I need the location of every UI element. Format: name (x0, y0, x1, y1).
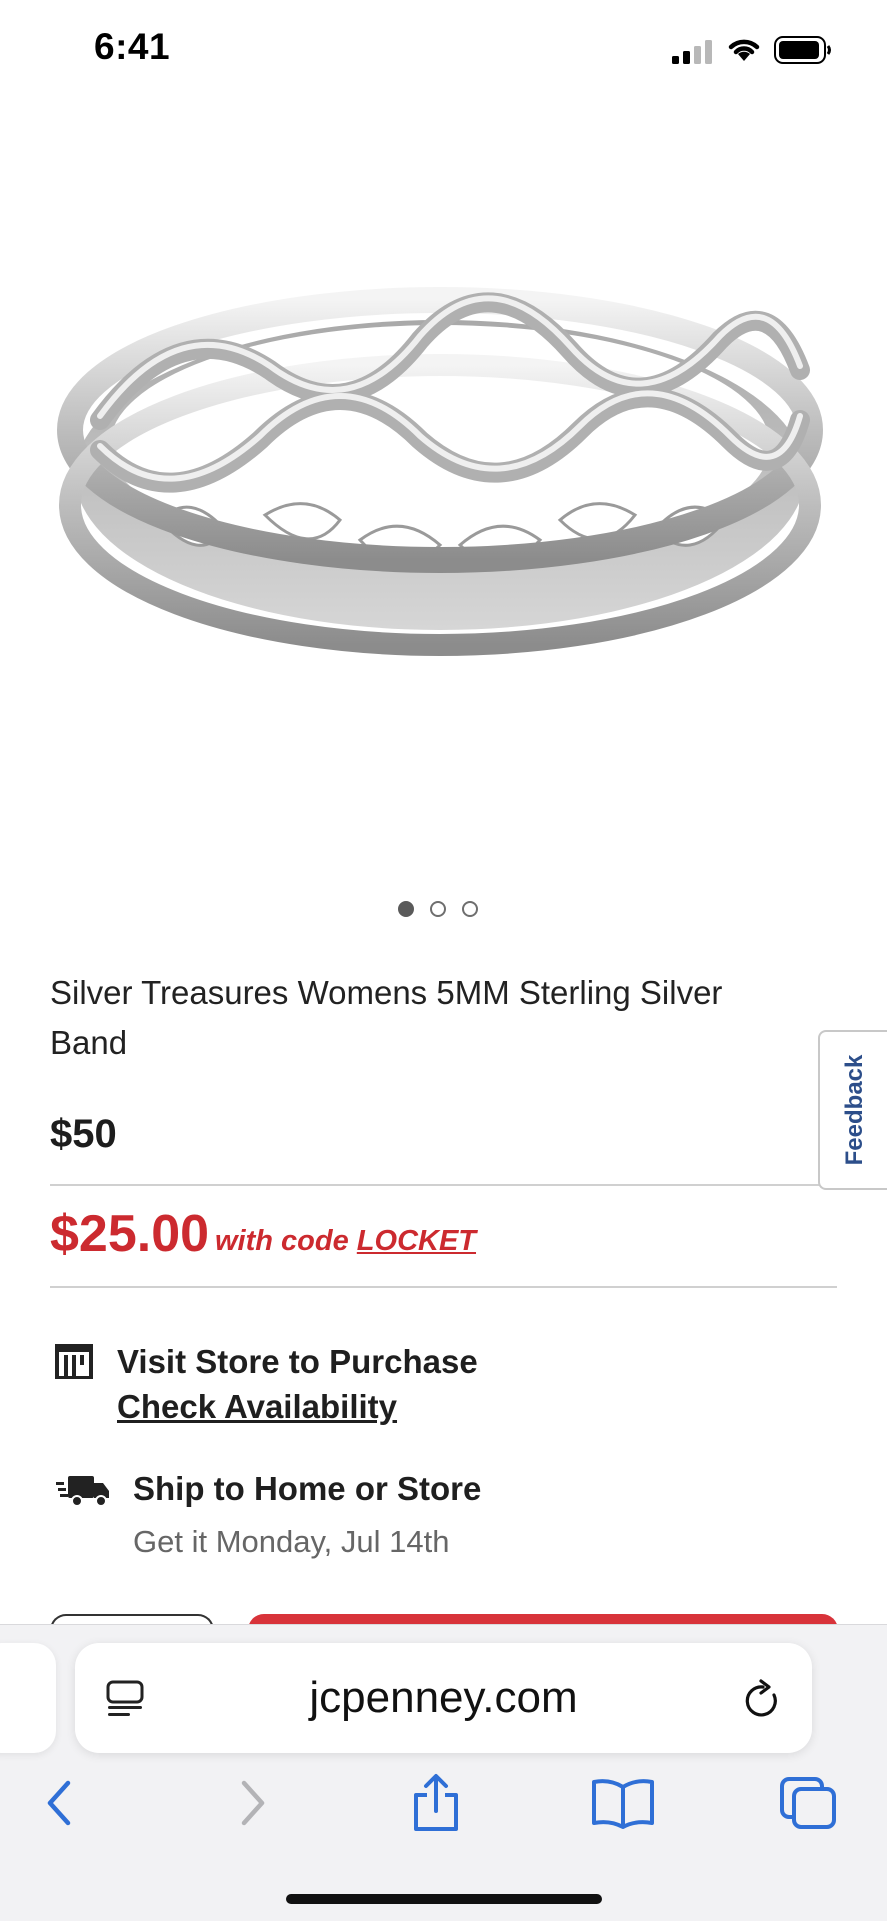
status-time: 6:41 (94, 26, 171, 67)
feedback-label: Feedback (841, 1054, 868, 1166)
ship-to-home-title: Ship to Home or Store (133, 1470, 482, 1507)
original-price: $50 (50, 1112, 117, 1156)
carousel-dot-3[interactable] (462, 901, 478, 917)
store-pickup-title: Visit Store to Purchase (117, 1343, 478, 1380)
status-bar: 6:41 (0, 0, 887, 100)
back-button[interactable] (36, 1773, 82, 1833)
tabs-icon (780, 1777, 836, 1829)
battery-icon (774, 36, 831, 64)
cellular-signal-icon (672, 40, 712, 64)
product-image[interactable] (40, 190, 840, 710)
store-icon (55, 1344, 93, 1379)
share-icon (414, 1774, 458, 1831)
product-title: Silver Treasures Womens 5MM Sterling Sil… (50, 974, 723, 1061)
book-icon (592, 1779, 654, 1829)
address-bar[interactable]: jcpenney.com (75, 1643, 812, 1753)
promo-code-link[interactable]: LOCKET (357, 1225, 476, 1257)
promo-divider (50, 1286, 837, 1288)
promo-text: with code LOCKET (215, 1225, 476, 1258)
check-availability-link[interactable]: Check Availability (117, 1388, 397, 1426)
browser-nav-row (0, 1773, 887, 1845)
feedback-tab[interactable]: Feedback (818, 1030, 887, 1190)
url-text[interactable]: jcpenney.com (75, 1673, 812, 1723)
delivery-date: Get it Monday, Jul 14th (133, 1524, 450, 1559)
chevron-left-icon (47, 1780, 71, 1826)
truck-icon (56, 1476, 109, 1507)
carousel-dot-1[interactable] (398, 901, 414, 917)
forward-button[interactable] (230, 1773, 276, 1833)
browser-toolbar: jcpenney.com (0, 1624, 887, 1921)
bookmarks-button[interactable] (588, 1773, 658, 1833)
carousel-dot-2[interactable] (430, 901, 446, 917)
image-carousel-dots[interactable] (398, 901, 478, 917)
sale-price: $25.00 (50, 1205, 210, 1263)
wifi-icon (728, 39, 760, 61)
promo-prefix: with code (215, 1225, 349, 1257)
home-indicator (286, 1894, 602, 1904)
reload-icon[interactable] (743, 1679, 783, 1721)
price-divider (50, 1184, 837, 1186)
chevron-right-icon (241, 1780, 265, 1826)
previous-tab-preview[interactable] (0, 1643, 56, 1753)
tabs-button[interactable] (776, 1773, 840, 1833)
share-button[interactable] (408, 1773, 464, 1833)
